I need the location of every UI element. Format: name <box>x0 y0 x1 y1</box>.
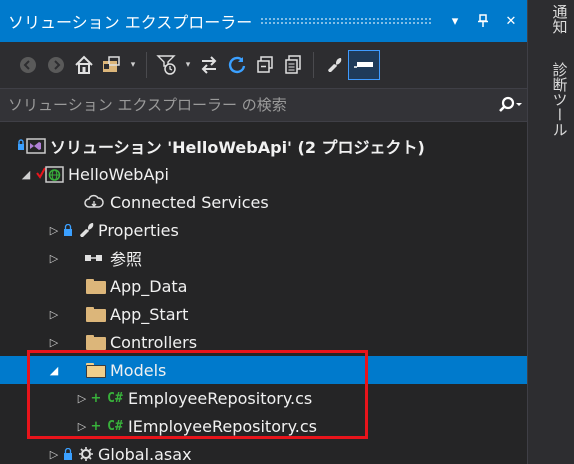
tree-item-app-data[interactable]: App_Data <box>0 272 527 300</box>
lock-icon <box>62 448 74 460</box>
title-grip <box>260 17 433 25</box>
app-start-label: App_Start <box>110 304 189 324</box>
expand-arrow[interactable]: ▷ <box>46 222 62 238</box>
title-bar: ソリューション エクスプローラー ▾ ✕ <box>0 0 527 42</box>
pending-changes-filter-icon <box>156 55 176 75</box>
toolbar: ▾ ▾ <box>0 42 527 88</box>
forward-button[interactable] <box>42 50 70 80</box>
close-button[interactable]: ✕ <box>499 9 523 33</box>
preview-selected-items-button[interactable] <box>348 50 380 80</box>
toolbar-separator <box>313 52 314 78</box>
global-asax-label: Global.asax <box>98 444 192 464</box>
show-all-files-icon <box>285 55 301 74</box>
collapse-all-icon <box>257 56 273 73</box>
tree-item-app-start[interactable]: ▷ App_Start <box>0 300 527 328</box>
side-tool-strip: 通知 診断ツール <box>527 0 574 464</box>
filter-dropdown[interactable]: ▾ <box>181 50 195 80</box>
expand-arrow[interactable]: ▷ <box>46 306 62 322</box>
sync-with-active-document-button[interactable] <box>195 50 223 80</box>
switch-views-button[interactable] <box>98 50 126 80</box>
refresh-button[interactable] <box>223 50 251 80</box>
pin-icon <box>478 14 488 27</box>
app-data-label: App_Data <box>110 276 188 296</box>
toolbar-separator <box>146 52 147 78</box>
solution-label: ソリューション 'HelloWebApi' (2 プロジェクト) <box>50 138 425 157</box>
pending-changes-filter-button[interactable] <box>153 50 181 80</box>
iemployee-repository-label: IEmployeeRepository.cs <box>128 416 317 436</box>
expand-arrow[interactable]: ▷ <box>46 446 62 462</box>
folder-icon <box>82 306 110 322</box>
sync-with-active-document-icon <box>201 56 217 74</box>
home-icon <box>75 55 93 74</box>
open-folder-icon <box>82 362 110 378</box>
diagnostic-tools-tab[interactable]: 診断ツール <box>528 62 574 152</box>
project-label: HelloWebApi <box>68 164 169 184</box>
folder-icon <box>82 278 110 294</box>
folder-icon <box>82 334 110 350</box>
back-button[interactable] <box>14 50 42 80</box>
references-label: 参照 <box>110 250 143 269</box>
preview-selected-items-icon <box>354 62 373 68</box>
csharp-file-icon: C# <box>107 390 123 406</box>
pin-button[interactable] <box>471 9 495 33</box>
connected-services-label: Connected Services <box>110 192 269 212</box>
tree-item-models[interactable]: ◢ Models <box>0 356 527 384</box>
collapse-arrow[interactable]: ◢ <box>46 362 62 378</box>
tree-item-connected-services[interactable]: Connected Services <box>0 188 527 216</box>
forward-icon <box>48 57 64 73</box>
close-icon: ✕ <box>505 13 517 29</box>
added-plus-icon: + <box>90 390 102 406</box>
web-project-icon <box>34 164 68 184</box>
diagnostic-tools-tab-label: 診断ツール <box>550 62 569 137</box>
solution-tree: ソリューション 'HelloWebApi' (2 プロジェクト) ◢ Hello… <box>0 122 527 464</box>
properties-label: Properties <box>98 220 179 240</box>
switch-views-icon <box>103 56 120 72</box>
expand-arrow[interactable]: ◢ <box>18 166 34 182</box>
tree-item-global-asax[interactable]: ▷ Global.asax <box>0 440 527 464</box>
properties-button[interactable] <box>320 50 348 80</box>
tree-item-controllers[interactable]: ▷ Controllers <box>0 328 527 356</box>
solution-explorer-panel: ソリューション エクスプローラー ▾ ✕ ▾ ▾ ソリューション エクスプローラ… <box>0 0 527 464</box>
collapse-all-button[interactable] <box>251 50 279 80</box>
controllers-label: Controllers <box>110 332 198 352</box>
tree-item-solution[interactable]: ソリューション 'HelloWebApi' (2 プロジェクト) <box>0 132 527 160</box>
tree-item-iemployee-repository[interactable]: ▷ + C# IEmployeeRepository.cs <box>0 412 527 440</box>
tree-item-employee-repository[interactable]: ▷ + C# EmployeeRepository.cs <box>0 384 527 412</box>
references-icon <box>78 252 110 264</box>
dropdown-arrow-icon: ▾ <box>185 60 191 70</box>
solution-icon <box>16 137 50 155</box>
added-plus-icon: + <box>90 418 102 434</box>
csharp-file-icon: C# <box>107 418 123 434</box>
notifications-tab-label: 通知 <box>550 4 569 34</box>
expand-arrow[interactable]: ▷ <box>74 390 90 406</box>
models-label: Models <box>110 360 167 380</box>
search-button[interactable] <box>493 90 527 120</box>
tree-item-properties[interactable]: ▷ Properties <box>0 216 527 244</box>
properties-icon <box>328 58 342 72</box>
expand-arrow[interactable]: ▷ <box>46 334 62 350</box>
expand-arrow[interactable]: ▷ <box>46 250 62 266</box>
tree-item-project[interactable]: ◢ HelloWebApi <box>0 160 527 188</box>
expand-arrow[interactable]: ▷ <box>74 418 90 434</box>
search-bar <box>0 88 527 122</box>
home-button[interactable] <box>70 50 98 80</box>
lock-icon <box>62 224 74 236</box>
window-title: ソリューション エクスプローラー <box>8 13 253 32</box>
cloud-icon <box>78 193 110 211</box>
show-all-files-button[interactable] <box>279 50 307 80</box>
back-icon <box>20 57 36 73</box>
gear-file-icon <box>74 445 98 463</box>
employee-repository-label: EmployeeRepository.cs <box>128 388 313 408</box>
dropdown-icon: ▾ <box>451 13 459 29</box>
tree-item-references[interactable]: ▷ 参照 <box>0 244 527 272</box>
search-input[interactable] <box>0 89 493 121</box>
refresh-icon <box>228 56 246 74</box>
window-menu-button[interactable]: ▾ <box>443 9 467 33</box>
switch-views-dropdown[interactable]: ▾ <box>126 50 140 80</box>
wrench-icon <box>74 220 98 240</box>
notifications-tab[interactable]: 通知 <box>528 4 574 48</box>
search-icon <box>499 96 522 112</box>
dropdown-arrow-icon: ▾ <box>130 60 136 70</box>
